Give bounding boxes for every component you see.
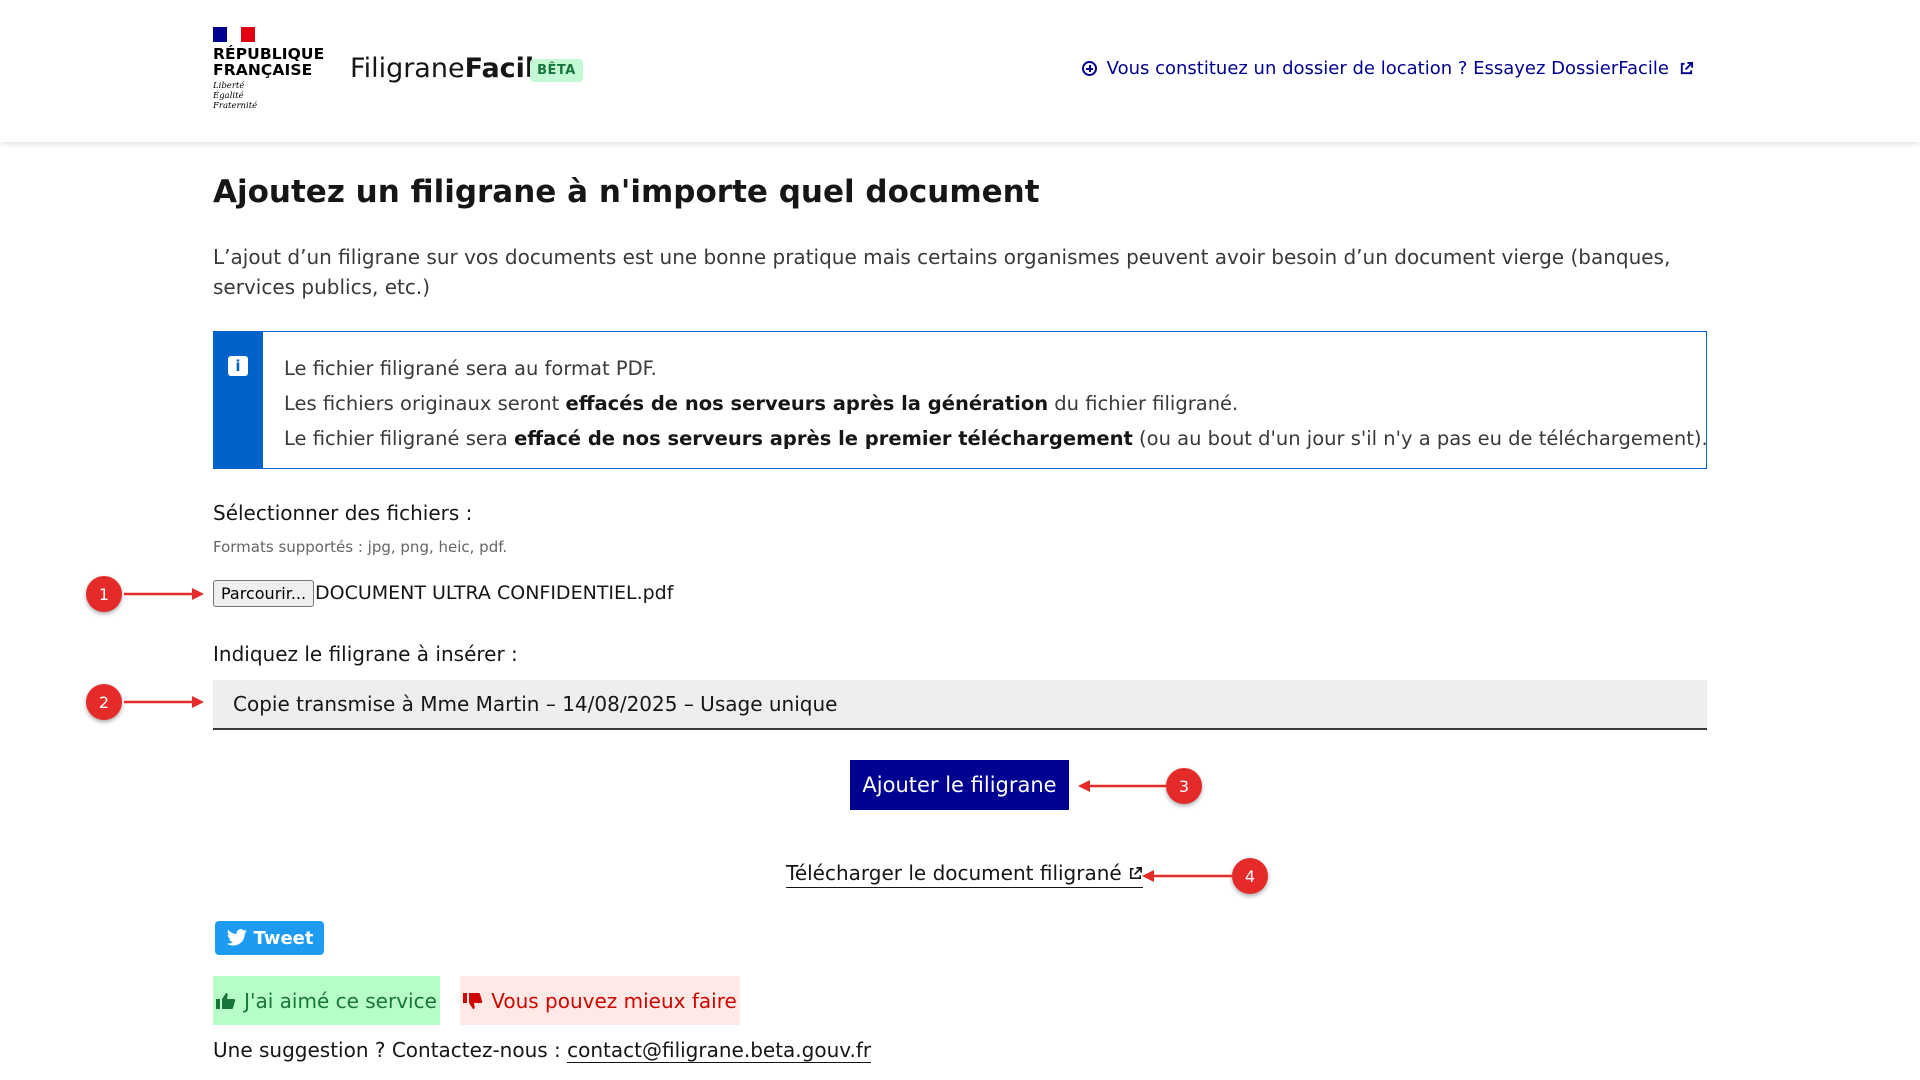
selected-file-name: DOCUMENT ULTRA CONFIDENTIEL.pdf <box>315 582 674 604</box>
supported-formats-hint: Formats supportés : jpg, png, heic, pdf. <box>213 538 508 556</box>
motto-line-1: Liberté <box>213 81 245 91</box>
flag-blue-stripe <box>213 27 227 42</box>
logo-line-1: RÉPUBLIQUE <box>213 45 325 63</box>
french-flag-icon <box>213 27 255 42</box>
dossierfacile-link-text: Vous constituez un dossier de location ?… <box>1106 58 1669 79</box>
dossierfacile-link[interactable]: Vous constituez un dossier de location ?… <box>1081 58 1694 79</box>
alert-line-3-bold: effacé de nos serveurs après le premier … <box>514 427 1133 450</box>
add-watermark-button[interactable]: Ajouter le filigrane <box>850 760 1069 810</box>
annotation-arrow-2 <box>124 696 204 708</box>
site-header: RÉPUBLIQUE FRANÇAISE Liberté Égalité Fra… <box>0 0 1920 142</box>
annotation-marker-2: 2 <box>86 684 122 720</box>
logo-title: RÉPUBLIQUE FRANÇAISE <box>213 46 324 78</box>
watermark-input[interactable] <box>213 680 1707 730</box>
alert-line-2: Les fichiers originaux seront effacés de… <box>284 386 1708 421</box>
page-title: Ajoutez un filigrane à n'importe quel do… <box>213 174 1040 210</box>
alert-line-3: Le fichier filigrané sera effacé de nos … <box>284 421 1708 456</box>
alert-side-band: i <box>214 332 263 468</box>
watermark-label: Indiquez le filigrane à insérer : <box>213 642 518 666</box>
dislike-service-button[interactable]: Vous pouvez mieux faire <box>460 976 740 1025</box>
thumbs-down-icon <box>463 992 483 1009</box>
logo-line-2: FRANÇAISE <box>213 61 313 79</box>
logo-motto: Liberté Égalité Fraternité <box>213 81 324 111</box>
motto-line-2: Égalité <box>213 91 244 101</box>
alert-line-2-start: Les fichiers originaux seront <box>284 392 566 415</box>
beta-badge: BÊTA <box>530 59 583 82</box>
file-select-label: Sélectionner des fichiers : <box>213 501 473 525</box>
annotation-marker-1: 1 <box>86 576 122 612</box>
circle-plus-icon <box>1081 61 1097 76</box>
annotation-marker-3: 3 <box>1166 768 1202 804</box>
alert-line-2-bold: effacés de nos serveurs après la générat… <box>565 392 1049 415</box>
external-link-icon <box>1680 61 1694 75</box>
thumbs-up-icon <box>216 992 236 1009</box>
motto-line-3: Fraternité <box>213 101 258 111</box>
annotation-arrow-1 <box>124 588 204 600</box>
like-label: J'ai aimé ce service <box>244 988 437 1013</box>
tweet-label: Tweet <box>253 927 314 949</box>
download-watermarked-link[interactable]: Télécharger le document filigrané <box>786 861 1143 888</box>
like-service-button[interactable]: J'ai aimé ce service <box>213 976 440 1025</box>
alert-line-3-start: Le fichier filigrané sera <box>284 427 515 450</box>
annotation-arrow-3 <box>1078 780 1166 792</box>
annotation-marker-4: 4 <box>1232 858 1268 894</box>
site-name-regular: Filigrane <box>350 53 465 84</box>
alert-line-3-end: (ou au bout d'un jour s'il n'y a pas eu … <box>1132 427 1708 450</box>
flag-white-stripe <box>227 27 241 42</box>
alert-line-1: Le fichier filigrané sera au format PDF. <box>284 357 657 380</box>
intro-text: L’ajout d’un filigrane sur vos documents… <box>213 245 1671 299</box>
browse-button[interactable]: Parcourir... <box>213 580 315 607</box>
alert-line-2-end: du fichier filigrané. <box>1048 392 1239 415</box>
suggestion-text: Une suggestion ? Contactez-nous : <box>213 1038 568 1062</box>
twitter-bird-icon <box>226 929 247 946</box>
info-alert: i Le fichier filigrané sera au format PD… <box>213 331 1708 469</box>
info-icon: i <box>228 356 248 376</box>
download-link-text: Télécharger le document filigrané <box>786 861 1122 885</box>
republique-francaise-logo[interactable]: RÉPUBLIQUE FRANÇAISE Liberté Égalité Fra… <box>213 27 324 111</box>
alert-content: Le fichier filigrané sera au format PDF.… <box>284 351 1708 456</box>
annotation-arrow-4 <box>1142 870 1232 882</box>
site-name[interactable]: FiligraneFacile <box>350 53 553 84</box>
suggestion-line: Une suggestion ? Contactez-nous : contac… <box>213 1038 872 1063</box>
tweet-button[interactable]: Tweet <box>215 921 324 955</box>
flag-red-stripe <box>241 27 255 42</box>
contact-email-link[interactable]: contact@filigrane.beta.gouv.fr <box>567 1038 872 1063</box>
dislike-label: Vous pouvez mieux faire <box>491 988 737 1013</box>
